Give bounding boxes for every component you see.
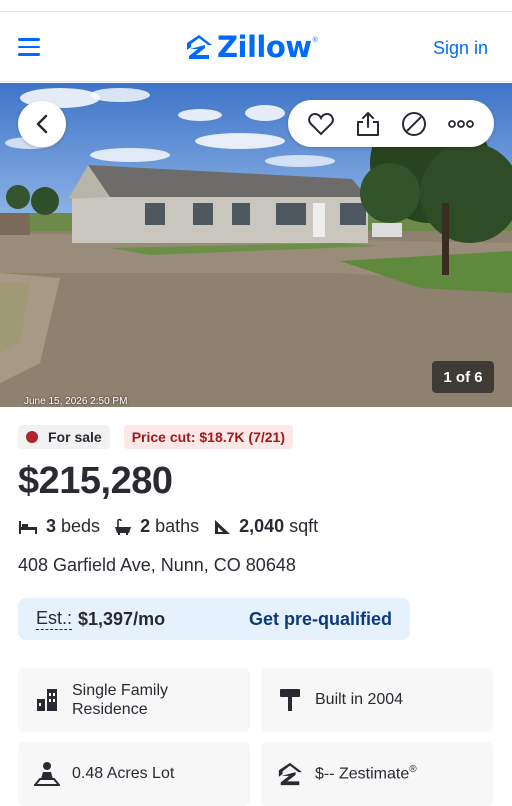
status-dot-icon [26,431,38,443]
for-sale-badge: For sale [18,425,110,449]
zillow-logo-icon [187,35,212,59]
baths-count: 2 [140,516,151,536]
baths-label: baths [155,516,200,536]
zillow-logo[interactable]: Zillow ® [185,30,318,64]
zestimate-icon [275,759,305,789]
heart-icon[interactable] [306,109,336,139]
get-prequalified-link[interactable]: Get pre-qualified [249,609,392,630]
logo-registered-mark: ® [312,37,318,44]
zestimate-reg-mark: ® [409,764,417,776]
listing-price: $215,280 [18,460,173,502]
year-built-card: Built in 2004 [261,668,493,732]
sqft-label: sqft [289,516,319,536]
year-built-text: Built in 2004 [315,691,404,708]
beds-fact: 3 beds [18,516,100,537]
sqft-count: 2,040 [239,516,285,536]
photo-date-stamp: June 15, 2026 2:50 PM [24,396,128,407]
estimate-label[interactable]: Est.: [36,608,73,630]
photo-counter: 1 of 6 [432,361,494,393]
status-strip [0,0,512,12]
baths-fact: 2 baths [114,516,199,537]
beds-count: 3 [46,516,57,536]
bath-icon [115,518,132,535]
chevron-left-icon [36,114,48,134]
back-button[interactable] [18,101,66,147]
logo-text: Zillow [217,30,312,64]
zestimate-card: $-- Zestimate® [261,742,493,806]
top-header: Zillow ® Sign in [0,12,512,82]
beds-label: beds [61,516,101,536]
lot-size-card: 0.48 Acres Lot [18,742,250,806]
home-type-text: Single Family Residence [72,682,169,718]
hammer-icon [275,685,305,715]
photo-action-bar [288,100,494,147]
menu-icon[interactable] [18,38,40,56]
person-on-lot-icon [32,759,62,789]
building-icon [32,685,62,715]
status-badges: For sale Price cut: $18.7K (7/21) [18,425,293,449]
for-sale-label: For sale [48,429,102,445]
payment-estimate-bar: Est.: $1,397/mo Get pre-qualified [18,598,410,640]
lot-size-text: 0.48 Acres Lot [72,765,175,782]
bed-bath-sqft: 3 beds 2 baths 2,040 sqft [18,516,332,537]
home-type-card: Single Family Residence [18,668,250,732]
hide-icon[interactable] [399,109,429,139]
share-icon[interactable] [353,109,383,139]
sqft-fact: 2,040 sqft [213,516,318,537]
bed-icon [19,520,37,534]
more-icon[interactable] [446,109,476,139]
sign-in-link[interactable]: Sign in [433,38,488,59]
zestimate-text: $-- Zestimate® [315,764,417,783]
ruler-triangle-icon [215,519,231,534]
listing-address: 408 Garfield Ave, Nunn, CO 80648 [18,555,296,575]
price-cut-badge: Price cut: $18.7K (7/21) [123,425,293,449]
zestimate-value: $-- Zestimate [315,765,410,783]
listing-photo[interactable]: 1 of 6 June 15, 2026 2:50 PM [0,83,512,407]
estimate-value: $1,397/mo [78,608,166,629]
